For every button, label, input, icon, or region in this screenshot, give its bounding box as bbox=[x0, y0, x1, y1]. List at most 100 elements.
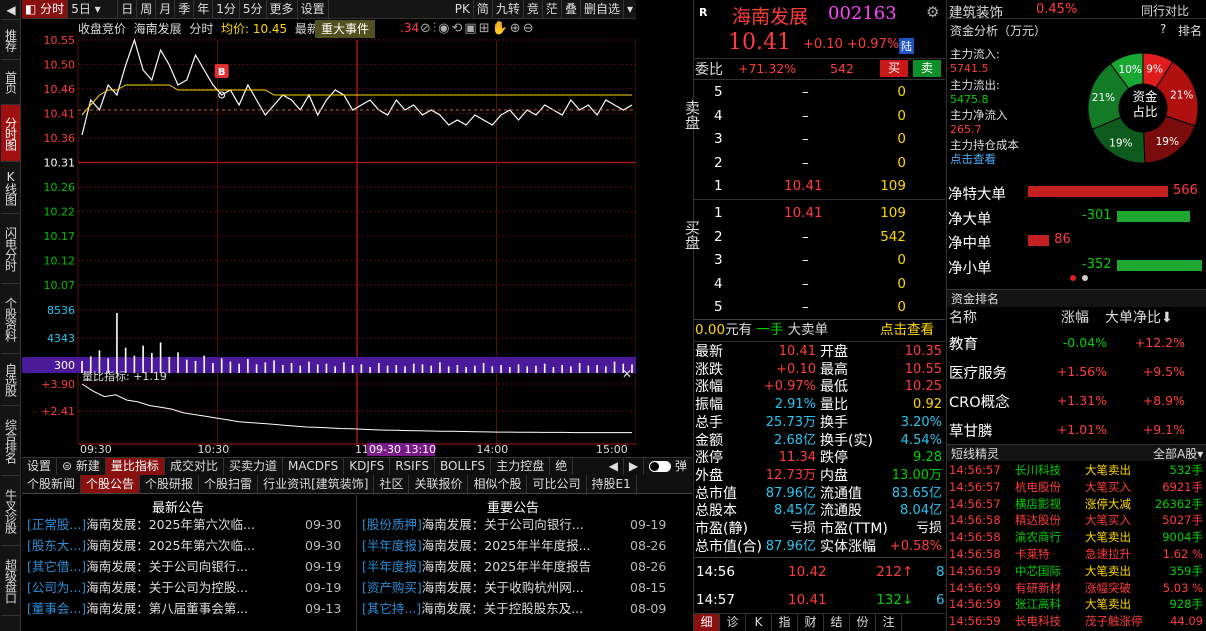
short-stock[interactable]: 杭电股份 bbox=[1015, 479, 1061, 496]
indicator-control[interactable]: 主力控盘 bbox=[491, 458, 551, 475]
news-item[interactable]: [半年度报]海南发展：2025年半年度报... 08-26 bbox=[362, 535, 687, 556]
simple-button[interactable]: 简 bbox=[474, 0, 493, 18]
buy-price[interactable]: – bbox=[802, 228, 809, 246]
period-year[interactable]: 年 bbox=[194, 0, 214, 18]
short-stock[interactable]: 张江高科 bbox=[1015, 596, 1061, 613]
overlay-button[interactable]: 叠 bbox=[562, 0, 581, 18]
tab-next-icon[interactable]: ▶ bbox=[624, 458, 645, 475]
side-tab-home[interactable]: 首页 bbox=[1, 60, 20, 105]
sell-price[interactable]: 10.41 bbox=[784, 177, 823, 195]
quote-tab-2[interactable]: K bbox=[746, 614, 772, 631]
sell-price[interactable]: – bbox=[802, 107, 809, 125]
refresh-icon[interactable]: ⟲ bbox=[452, 21, 465, 36]
info-tab-news[interactable]: 个股新闻 bbox=[22, 475, 82, 493]
page-dot-active[interactable] bbox=[1070, 275, 1076, 281]
quote-tab-1[interactable]: 诊 bbox=[720, 614, 746, 631]
period-select[interactable]: 5日 ▾ bbox=[68, 0, 119, 18]
indicator-more[interactable]: 绝 bbox=[550, 458, 574, 475]
side-tab-kline[interactable]: K线图 bbox=[1, 162, 20, 214]
short-stock[interactable]: 中芯国际 bbox=[1015, 563, 1061, 580]
news-item[interactable]: [董事会...]海南发展：第八届董事会第... 09-13 bbox=[27, 598, 352, 619]
auction-button[interactable]: 竞 bbox=[524, 0, 543, 18]
eye-icon[interactable]: ◉ bbox=[438, 21, 451, 36]
rank-link[interactable]: 排名 bbox=[1178, 22, 1202, 39]
indicator-new[interactable]: ⊜ 新建 bbox=[57, 458, 106, 475]
rank-row-name[interactable]: 医疗服务 bbox=[949, 362, 1007, 383]
buy-button[interactable]: 买 bbox=[880, 60, 908, 77]
period-1min[interactable]: 1分 bbox=[213, 0, 240, 18]
side-tab-ranking[interactable]: 综合排名 bbox=[1, 406, 20, 476]
news-item[interactable]: [半年度报]海南发展：2025年半年度报告 08-26 bbox=[362, 556, 687, 577]
jiuzhuan-button[interactable]: 九转 bbox=[493, 0, 524, 18]
side-tab-intraday[interactable]: 分时图 bbox=[1, 105, 20, 162]
collapse-icon[interactable]: ◀ bbox=[1, 0, 20, 20]
period-month[interactable]: 月 bbox=[156, 0, 176, 18]
intraday-chart[interactable]: 10.55 10.50 10.46 10.41 10.36 10.31 10.26 10.22… bbox=[22, 20, 673, 456]
info-tab-research[interactable]: 个股研报 bbox=[140, 475, 200, 493]
indicator-kdj[interactable]: KDJFS bbox=[344, 458, 391, 475]
zoom-in-icon[interactable]: ⊕ bbox=[510, 21, 523, 36]
short-stock[interactable]: 渝农商行 bbox=[1015, 529, 1061, 546]
popup-toggle[interactable]: 弹 bbox=[644, 458, 692, 475]
sell-button[interactable]: 卖 bbox=[913, 60, 941, 77]
info-tab-comparable[interactable]: 可比公司 bbox=[527, 475, 587, 493]
news-item[interactable]: [正常股...]海南发展：2025年第六次临... 09-30 bbox=[27, 514, 352, 535]
zoom-out-icon[interactable]: ⊖ bbox=[523, 21, 536, 36]
quote-tab-4[interactable]: 财 bbox=[798, 614, 824, 631]
quote-tab-5[interactable]: 结 bbox=[824, 614, 850, 631]
period-5min[interactable]: 5分 bbox=[240, 0, 267, 18]
buy-price[interactable]: – bbox=[802, 251, 809, 269]
hand-icon[interactable]: ✋ bbox=[492, 21, 510, 36]
side-tab-profile[interactable]: 个股资料 bbox=[1, 284, 20, 354]
peer-compare-link[interactable]: 同行对比 bbox=[1141, 2, 1189, 19]
indicator-volume-ratio[interactable]: 量比指标 bbox=[105, 458, 165, 475]
rank-row-name[interactable]: 草甘膦 bbox=[949, 420, 993, 441]
quote-tab-6[interactable]: 份 bbox=[850, 614, 876, 631]
gear-icon[interactable]: ⚙ bbox=[926, 3, 939, 21]
info-tab-industry[interactable]: 行业资讯[建筑装饰] bbox=[258, 475, 375, 493]
news-item[interactable]: [其它持...]海南发展：关于控股股东及... 08-09 bbox=[362, 598, 687, 619]
period-week[interactable]: 周 bbox=[137, 0, 157, 18]
event-tab[interactable]: 重大事件 bbox=[315, 20, 376, 38]
indicator-macd[interactable]: MACDFS bbox=[283, 458, 345, 475]
pin-icon[interactable]: ⊘ bbox=[420, 21, 433, 36]
side-tab-recommend[interactable]: 推荐 bbox=[1, 20, 20, 60]
indicator-force[interactable]: 买卖力道 bbox=[224, 458, 283, 475]
intraday-button[interactable]: ◧ 分时 bbox=[22, 0, 69, 18]
short-stock[interactable]: 精达股份 bbox=[1015, 512, 1061, 529]
indicator-rsi[interactable]: RSIFS bbox=[390, 458, 436, 475]
rank-col-change[interactable]: 涨幅 bbox=[1061, 307, 1089, 327]
pk-button[interactable]: PK bbox=[452, 0, 474, 18]
indicator-compare[interactable]: 成交对比 bbox=[165, 458, 224, 475]
settings-button[interactable]: 设置 bbox=[298, 0, 329, 18]
indicator-boll[interactable]: BOLLFS bbox=[435, 458, 492, 475]
buy-price[interactable]: – bbox=[802, 298, 809, 316]
short-stock[interactable]: 有研新材 bbox=[1015, 580, 1061, 597]
news-item[interactable]: [股东大...]海南发展：2025年第六次临... 09-30 bbox=[27, 535, 352, 556]
rank-row-name[interactable]: CRO概念 bbox=[949, 391, 1010, 412]
sell-price[interactable]: – bbox=[802, 83, 809, 101]
rank-col-net[interactable]: 大单净比⬇ bbox=[1105, 307, 1173, 327]
news-item[interactable]: [股份质押]海南发展：关于公司向银行... 09-19 bbox=[362, 514, 687, 535]
quote-tab-3[interactable]: 指 bbox=[772, 614, 798, 631]
short-stock[interactable]: 长川科技 bbox=[1015, 462, 1061, 479]
store-icon[interactable]: ▣ bbox=[464, 21, 478, 36]
info-tab-holdings[interactable]: 持股E1 bbox=[587, 475, 637, 493]
sell-price[interactable]: – bbox=[802, 154, 809, 172]
period-day[interactable]: 日 bbox=[118, 0, 138, 18]
cost-link[interactable]: 点击查看 bbox=[950, 151, 996, 167]
rank-col-name[interactable]: 名称 bbox=[949, 307, 977, 327]
short-stock[interactable]: 长电科技 bbox=[1015, 613, 1061, 630]
grid-icon[interactable]: ⊞ bbox=[479, 21, 492, 36]
news-item[interactable]: [其它借...]海南发展：关于公司向银行... 09-19 bbox=[27, 556, 352, 577]
sell-price[interactable]: – bbox=[802, 130, 809, 148]
quote-tab-0[interactable]: 细 bbox=[694, 614, 720, 631]
tab-prev-icon[interactable]: ◀ bbox=[604, 458, 624, 475]
help-icon[interactable]: ? bbox=[1160, 22, 1166, 36]
buy-price[interactable]: 10.41 bbox=[784, 204, 823, 222]
info-tab-announcements[interactable]: 个股公告 bbox=[81, 475, 141, 493]
info-tab-similar[interactable]: 相似个股 bbox=[468, 475, 528, 493]
side-tab-diagnose[interactable]: 牛叉诊股 bbox=[1, 476, 20, 546]
short-filter-select[interactable]: 全部A股▾ bbox=[1153, 445, 1203, 462]
news-item[interactable]: [资产购买]海南发展：关于收购杭州网... 08-15 bbox=[362, 577, 687, 598]
